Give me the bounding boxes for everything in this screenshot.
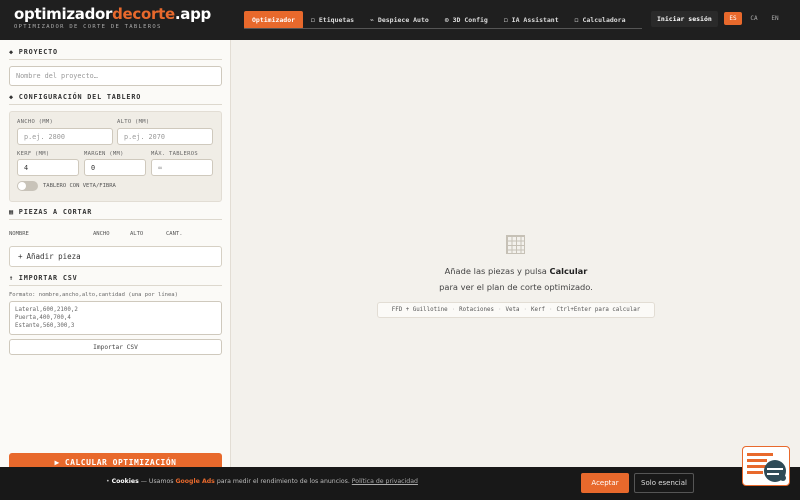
- assistant-fab[interactable]: [742, 446, 790, 486]
- max-boards-input[interactable]: ∞: [151, 159, 213, 176]
- empty-state-subtext: para ver el plan de corte optimizado.: [439, 282, 593, 292]
- cookie-title: Cookies: [111, 478, 139, 485]
- csv-line: Puerta,400,700,4: [15, 315, 71, 321]
- nav-3d-config[interactable]: ⊙ 3D Config: [437, 11, 496, 29]
- privacy-policy-link[interactable]: Política de privacidad: [352, 478, 418, 485]
- csv-format-note: Formato: nombre,ancho,alto,cantidad (una…: [9, 292, 178, 298]
- calculate-label: CALCULAR OPTIMIZACIÓN: [64, 458, 177, 467]
- col-header-qty: CANT.: [166, 231, 183, 237]
- logo-subtitle: OPTIMIZADOR DE CORTE DE TABLEROS: [14, 24, 162, 30]
- divider: [9, 104, 222, 105]
- project-name-input[interactable]: Nombre del proyecto…: [9, 66, 222, 86]
- grain-toggle-label: TABLERO CON VETA/FIBRA: [43, 183, 116, 189]
- max-boards-label: MÁX. TABLEROS: [151, 151, 198, 157]
- section-csv-title: ↑ IMPORTAR CSV: [9, 274, 78, 282]
- top-header: optimizadordecorte.app OPTIMIZADOR DE CO…: [0, 0, 800, 40]
- csv-line: Lateral,600,2100,2: [15, 307, 78, 313]
- cookie-message: • Cookies — Usamos Google Ads para medir…: [106, 478, 418, 485]
- section-pieces-title: ▦ PIEZAS A CORTAR: [9, 208, 93, 216]
- hint-item: Ctrl+Enter para calcular: [556, 307, 641, 313]
- margin-input[interactable]: 0: [84, 159, 146, 176]
- height-input[interactable]: p.ej. 2070: [117, 128, 213, 145]
- height-label: ALTO (MM): [117, 119, 150, 125]
- login-button[interactable]: Iniciar sesión: [651, 11, 718, 27]
- col-header-height: ALTO: [130, 231, 144, 237]
- nav-optimizador[interactable]: Optimizador: [244, 11, 304, 29]
- main-nav: Optimizador ◻ Etiquetas ⌁ Despiece Auto …: [244, 11, 634, 29]
- lang-en-button[interactable]: EN: [766, 12, 784, 25]
- nav-etiquetas[interactable]: ◻ Etiquetas: [303, 11, 362, 29]
- hint-item: Kerf: [530, 307, 545, 313]
- empty-state-message: Añade las piezas y pulsa Calcular: [444, 266, 588, 276]
- accept-cookies-button[interactable]: Aceptar: [581, 473, 629, 493]
- kerf-input[interactable]: 4: [17, 159, 79, 176]
- col-header-width: ANCHO: [93, 231, 110, 237]
- kerf-label: KERF (MM): [17, 151, 50, 157]
- nav-calculadora[interactable]: ◻ Calculadora: [567, 11, 634, 29]
- chat-robot-icon: [747, 453, 786, 482]
- divider: [9, 285, 222, 286]
- hint-item: FFD + Guillotine: [391, 307, 448, 313]
- import-csv-button[interactable]: Importar CSV: [9, 339, 222, 355]
- sidebar: [0, 40, 231, 500]
- logo-tld: .app: [174, 5, 211, 23]
- logo-main: optimizador: [14, 5, 113, 23]
- cookie-brand: Google Ads: [175, 478, 215, 485]
- logo-accent: decorte: [112, 5, 175, 23]
- divider: [9, 219, 222, 220]
- hint-item: Rotaciones: [459, 307, 495, 313]
- margin-label: MARGEN (MM): [84, 151, 124, 157]
- add-piece-button[interactable]: + Añadir pieza: [9, 246, 222, 267]
- hint-item: Veta: [505, 307, 520, 313]
- nav-scrollbar[interactable]: [244, 28, 642, 29]
- nav-despiece-auto[interactable]: ⌁ Despiece Auto: [362, 11, 437, 29]
- grain-toggle[interactable]: [17, 181, 38, 191]
- width-label: ANCHO (MM): [17, 119, 54, 125]
- nav-ia-assistant[interactable]: ◻ IA Assistant: [496, 11, 567, 29]
- lang-ca-button[interactable]: CA: [745, 12, 763, 25]
- play-icon: ▶: [54, 458, 60, 467]
- grid-icon: [506, 235, 525, 254]
- lang-es-button[interactable]: ES: [724, 12, 742, 25]
- plus-icon: +: [18, 252, 23, 261]
- width-input[interactable]: p.ej. 2800: [17, 128, 113, 145]
- add-piece-label: Añadir pieza: [26, 252, 81, 261]
- divider: [9, 59, 222, 60]
- csv-line: Estante,560,300,3: [15, 323, 75, 329]
- csv-textarea[interactable]: Lateral,600,2100,2 Puerta,400,700,4 Esta…: [9, 301, 222, 335]
- feature-hints: FFD + Guillotine · Rotaciones · Veta · Kerf…: [377, 302, 655, 318]
- language-switcher: ES CA EN: [724, 12, 784, 25]
- col-header-name: NOMBRE: [9, 231, 29, 237]
- section-project-title: ◆ PROYECTO: [9, 48, 58, 56]
- section-board-title: ◆ CONFIGURACIÓN DEL TABLERO: [9, 93, 142, 101]
- essential-cookies-button[interactable]: Solo esencial: [634, 473, 694, 493]
- logo[interactable]: optimizadordecorte.app OPTIMIZADOR DE CO…: [14, 6, 211, 30]
